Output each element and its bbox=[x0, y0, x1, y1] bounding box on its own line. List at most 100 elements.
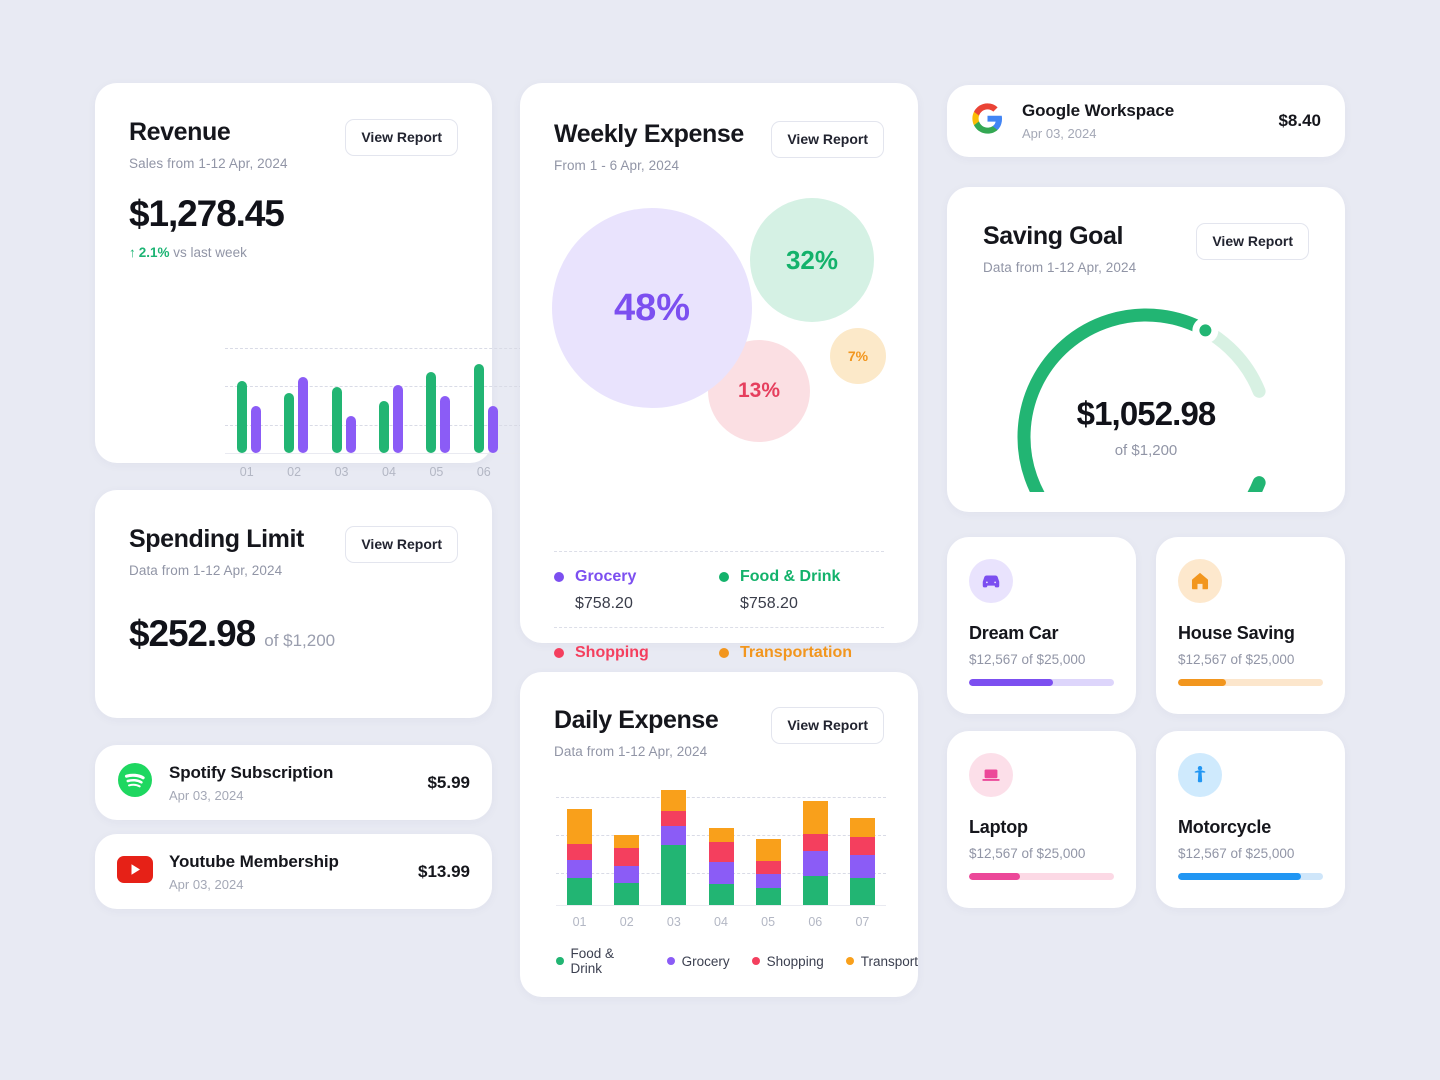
car-icon bbox=[969, 559, 1013, 603]
daily-expense-header: Daily Expense Data from 1-12 Apr, 2024 V… bbox=[520, 672, 918, 759]
legend-item[interactable]: Grocery bbox=[666, 954, 730, 969]
daily-expense-view-report-button[interactable]: View Report bbox=[771, 707, 884, 744]
x-tick-label: 03 bbox=[666, 915, 681, 929]
goal-card-body: Dream Car $12,567 of $25,000 bbox=[947, 537, 1136, 667]
legend-item[interactable]: Transport bbox=[845, 954, 918, 969]
goal-card-house-saving[interactable]: House Saving $12,567 of $25,000 bbox=[1156, 537, 1345, 714]
weekly-expense-subtitle: From 1 - 6 Apr, 2024 bbox=[554, 157, 680, 173]
bubble-grocery[interactable]: 48% bbox=[552, 208, 752, 408]
list-item-text: Google Workspace Apr 03, 2024 bbox=[1022, 101, 1174, 141]
color-dot-icon bbox=[845, 957, 854, 965]
weekly-expense-legend-row: Grocery $758.20 Food & Drink $758.20 bbox=[554, 552, 884, 627]
x-tick-label: 06 bbox=[476, 465, 491, 479]
bar-segment bbox=[614, 865, 640, 883]
bar-segment bbox=[567, 878, 593, 905]
x-tick-label: 02 bbox=[619, 915, 634, 929]
legend-item[interactable]: Shopping bbox=[751, 953, 824, 969]
bar-segment bbox=[708, 883, 734, 905]
spending-limit-view-report-button[interactable]: View Report bbox=[345, 526, 458, 563]
bubble-food-drink[interactable]: 32% bbox=[750, 198, 874, 322]
gauge-knob-dot bbox=[1199, 324, 1212, 337]
bar bbox=[440, 396, 451, 453]
legend-item-grocery[interactable]: Grocery $758.20 bbox=[554, 568, 719, 613]
list-item-amount: $8.40 bbox=[1278, 111, 1321, 130]
bar-segment bbox=[802, 851, 828, 877]
weekly-expense-bubble-chart: 48% 32% 13% 7% bbox=[542, 188, 918, 538]
spending-limit-amount: $252.98 of $1,200 bbox=[129, 613, 458, 655]
trend-up-icon: ↑ bbox=[129, 244, 136, 260]
list-item-title: Spotify Subscription bbox=[169, 762, 334, 782]
goal-card-laptop[interactable]: Laptop $12,567 of $25,000 bbox=[947, 731, 1136, 908]
x-tick-label: 02 bbox=[287, 465, 302, 479]
gridline bbox=[225, 348, 557, 349]
weekly-expense-view-report-button[interactable]: View Report bbox=[771, 121, 884, 158]
goal-progress-bar bbox=[969, 679, 1114, 686]
legend-label: Grocery bbox=[554, 568, 719, 586]
legend-text: Food & Drink bbox=[740, 568, 841, 585]
list-item-title: Google Workspace bbox=[1022, 101, 1175, 120]
saving-goal-header: Saving Goal Data from 1-12 Apr, 2024 Vie… bbox=[947, 187, 1345, 275]
bar-segment bbox=[661, 845, 687, 905]
bar bbox=[379, 400, 389, 453]
list-item[interactable]: Youtube Membership Apr 03, 2024 $13.99 bbox=[95, 834, 492, 909]
saving-goal-amount-block: $1,052.98 of $1,200 bbox=[983, 395, 1309, 459]
list-item-amount: $13.99 bbox=[418, 861, 470, 881]
weekly-expense-card: Weekly Expense From 1 - 6 Apr, 2024 View… bbox=[520, 83, 918, 688]
goal-progress-label: $12,567 of $25,000 bbox=[1178, 846, 1295, 861]
x-tick-label: 04 bbox=[382, 465, 396, 479]
saving-goal-title: Saving Goal bbox=[983, 222, 1124, 250]
axis-line bbox=[225, 453, 557, 454]
color-dot-icon bbox=[554, 572, 564, 582]
saving-goal-of-label: of $1,200 bbox=[1114, 442, 1178, 459]
bar bbox=[250, 406, 261, 453]
daily-expense-title: Daily Expense bbox=[554, 706, 719, 734]
x-tick-label: 07 bbox=[855, 915, 870, 929]
legend-value: $758.20 bbox=[575, 595, 633, 612]
goal-card-motorcycle[interactable]: Motorcycle $12,567 of $25,000 bbox=[1156, 731, 1345, 908]
legend-text: Shopping bbox=[575, 644, 649, 661]
color-dot-icon bbox=[666, 957, 675, 965]
legend-text: Grocery bbox=[575, 568, 637, 585]
bar bbox=[298, 377, 309, 453]
revenue-amount: $1,278.45 bbox=[129, 192, 285, 234]
revenue-view-report-button[interactable]: View Report bbox=[345, 119, 458, 156]
revenue-subtitle: Sales from 1-12 Apr, 2024 bbox=[129, 155, 288, 171]
revenue-card: Revenue Sales from 1-12 Apr, 2024 View R… bbox=[95, 83, 557, 511]
spending-limit-title: Spending Limit bbox=[129, 525, 304, 553]
bar bbox=[426, 371, 437, 453]
saving-goal-gauge: $1,052.98 of $1,200 bbox=[983, 287, 1309, 492]
saving-goal-view-report-button[interactable]: View Report bbox=[1196, 223, 1309, 260]
legend-label: Transportation bbox=[719, 644, 884, 662]
goal-progress-bar bbox=[1178, 679, 1323, 686]
laptop-icon bbox=[969, 753, 1013, 797]
list-item[interactable]: Google Workspace Apr 03, 2024 $8.40 bbox=[947, 85, 1345, 157]
daily-expense-bar-chart bbox=[556, 785, 886, 906]
bar-segment bbox=[849, 836, 875, 856]
list-item-date: Apr 03, 2024 bbox=[169, 876, 244, 892]
bar-segment bbox=[849, 817, 875, 837]
spotify-icon bbox=[117, 762, 153, 803]
bar bbox=[236, 380, 247, 453]
bar-segment bbox=[708, 841, 734, 862]
gridline bbox=[556, 797, 886, 798]
goal-card-dream-car[interactable]: Dream Car $12,567 of $25,000 bbox=[947, 537, 1136, 714]
goal-progress-bar bbox=[969, 873, 1114, 880]
list-item-amount: $5.99 bbox=[427, 772, 470, 792]
legend-item[interactable]: Food & Drink bbox=[556, 946, 645, 976]
bar-segment bbox=[661, 789, 687, 811]
list-item-title: Youtube Membership bbox=[169, 851, 339, 871]
bubble-label: 13% bbox=[737, 379, 781, 402]
color-dot-icon bbox=[719, 648, 729, 658]
legend-item-food-drink[interactable]: Food & Drink $758.20 bbox=[719, 568, 884, 613]
legend-text: Shopping bbox=[766, 953, 824, 969]
bar-segment bbox=[708, 861, 734, 884]
x-tick-label: 03 bbox=[334, 465, 349, 479]
bubble-transportation[interactable]: 7% bbox=[830, 328, 886, 384]
x-tick-label: 01 bbox=[239, 465, 254, 479]
revenue-header: Revenue Sales from 1-12 Apr, 2024 View R… bbox=[95, 83, 492, 171]
bar-segment bbox=[849, 855, 875, 879]
bar-segment bbox=[661, 810, 687, 827]
list-item[interactable]: Spotify Subscription Apr 03, 2024 $5.99 bbox=[95, 745, 492, 820]
bar bbox=[284, 392, 295, 453]
goal-title: Dream Car bbox=[969, 623, 1059, 643]
